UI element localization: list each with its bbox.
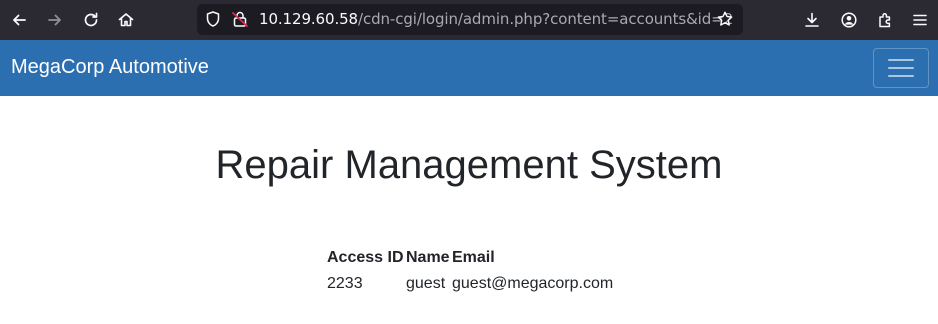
back-button[interactable] bbox=[5, 6, 33, 34]
download-icon bbox=[805, 12, 819, 27]
table-row: 2233 guest guest@megacorp.com bbox=[327, 270, 622, 298]
account-icon bbox=[841, 12, 857, 28]
url-path: /cdn-cgi/login/admin.php?content=account… bbox=[358, 10, 734, 28]
header-access-id: Access ID bbox=[327, 249, 404, 266]
cell-name: guest bbox=[406, 275, 446, 292]
browser-toolbar: 10.129.60.58/cdn-cgi/login/admin.php?con… bbox=[0, 0, 938, 40]
home-icon bbox=[118, 13, 134, 27]
account-button[interactable] bbox=[835, 6, 863, 34]
header-email: Email bbox=[452, 249, 495, 266]
url-bar[interactable]: 10.129.60.58/cdn-cgi/login/admin.php?con… bbox=[197, 4, 743, 35]
home-button[interactable] bbox=[112, 6, 140, 34]
downloads-button[interactable] bbox=[798, 6, 826, 34]
site-navbar: MegaCorp Automotive bbox=[0, 40, 938, 96]
header-name: Name bbox=[406, 249, 450, 266]
table-header-row: Access ID Name Email bbox=[327, 246, 622, 270]
accounts-table: Access ID Name Email 2233 guest guest@me… bbox=[327, 246, 622, 298]
hamburger-menu-icon bbox=[913, 14, 927, 26]
menu-button[interactable] bbox=[906, 6, 934, 34]
reload-icon bbox=[84, 12, 98, 27]
url-host: 10.129.60.58 bbox=[259, 10, 358, 28]
reload-button[interactable] bbox=[77, 6, 105, 34]
lock-insecure-icon[interactable] bbox=[231, 10, 249, 28]
cell-email: guest@megacorp.com bbox=[452, 275, 614, 292]
hamburger-menu-icon bbox=[888, 59, 914, 61]
navbar-brand[interactable]: MegaCorp Automotive bbox=[11, 56, 209, 79]
url-text[interactable]: 10.129.60.58/cdn-cgi/login/admin.php?con… bbox=[259, 10, 733, 28]
extensions-icon bbox=[879, 13, 891, 28]
arrow-left-icon bbox=[13, 14, 26, 26]
page-title: Repair Management System bbox=[215, 143, 723, 187]
cell-access-id: 2233 bbox=[327, 275, 363, 292]
arrow-right-icon bbox=[48, 14, 61, 26]
extensions-button[interactable] bbox=[871, 6, 899, 34]
shield-icon[interactable] bbox=[204, 10, 222, 28]
navbar-toggler-button[interactable] bbox=[873, 48, 929, 88]
forward-button[interactable] bbox=[41, 6, 69, 34]
star-icon[interactable] bbox=[716, 10, 734, 28]
